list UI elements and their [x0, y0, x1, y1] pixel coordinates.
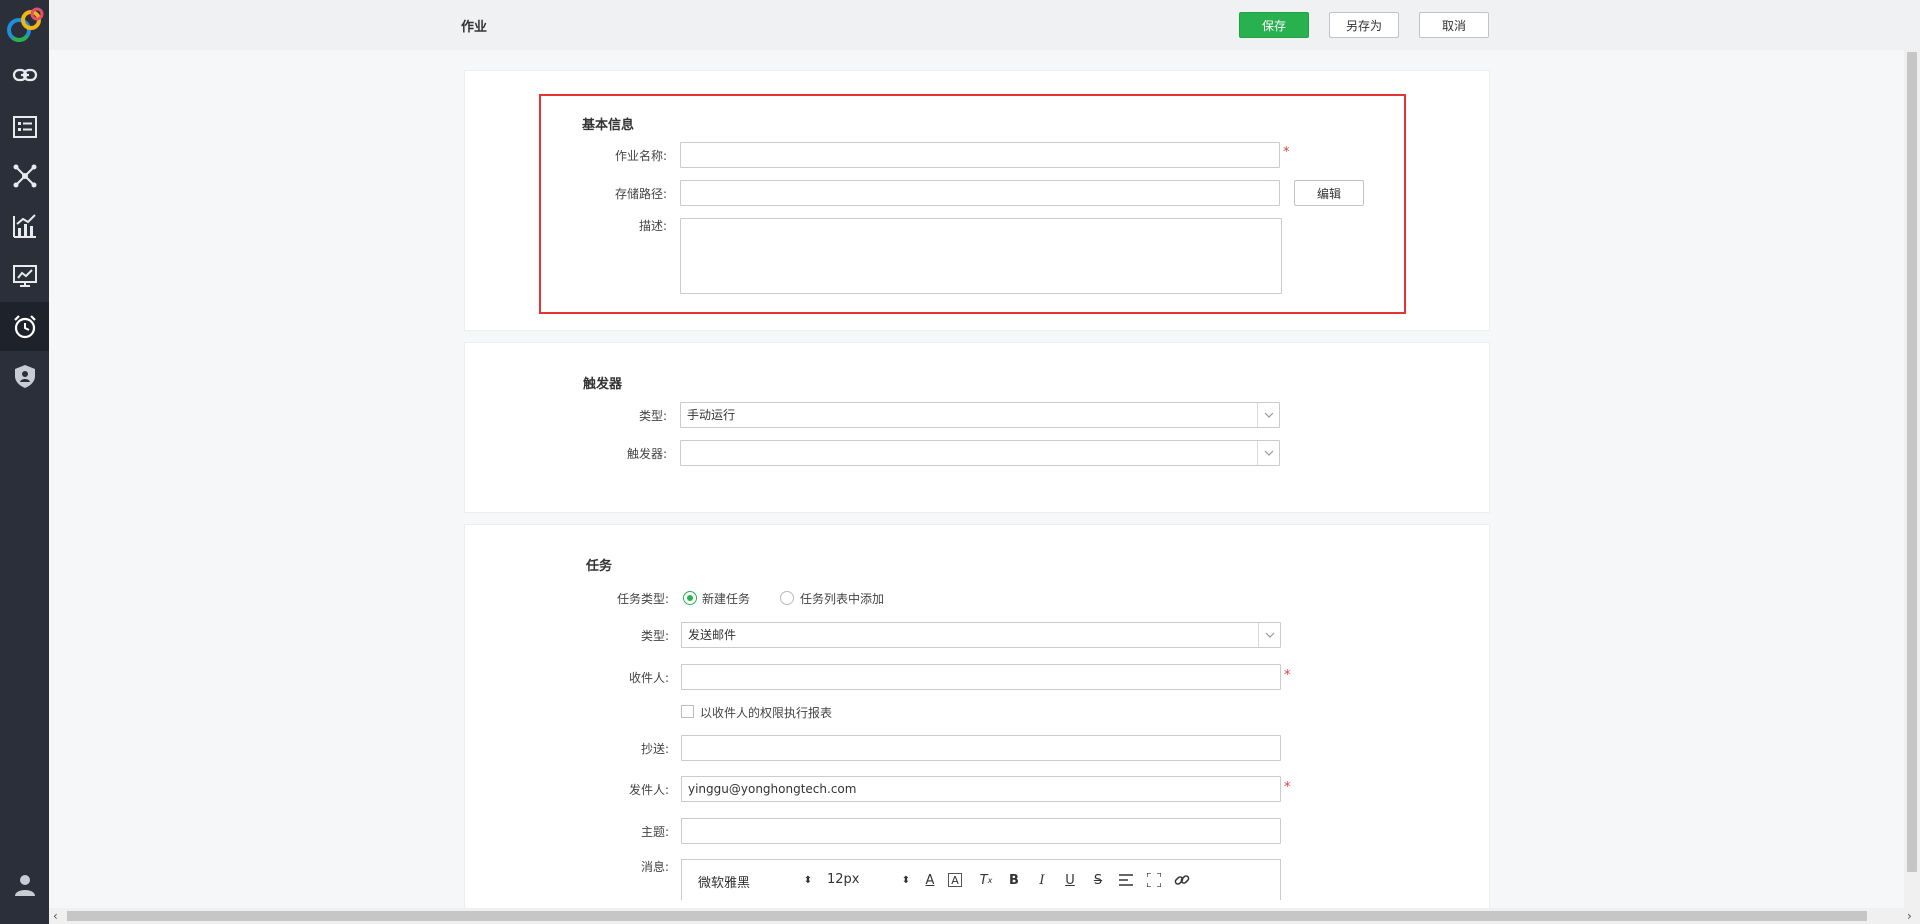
main-content: 基本信息 作业名称: * 存储路径: 编辑 描述: 触发器 类型: 手动运行 触… [49, 50, 1904, 908]
save-as-button[interactable]: 另存为 [1329, 12, 1399, 38]
dashboard-icon [12, 264, 37, 287]
font-color-icon[interactable]: A [920, 870, 940, 890]
chart-icon [12, 213, 36, 238]
sender-input[interactable] [681, 776, 1281, 802]
link-insert-icon[interactable] [1172, 870, 1192, 890]
subject-label: 主题: [640, 825, 669, 839]
sender-label: 发件人: [628, 783, 669, 797]
link-icon [12, 68, 37, 81]
cancel-button[interactable]: 取消 [1419, 12, 1489, 38]
chevron-down-icon [1258, 623, 1280, 647]
option-from-list-label: 任务列表中添加 [800, 592, 885, 606]
trigger-type-value: 手动运行 [687, 408, 736, 422]
network-icon [13, 164, 36, 187]
radio-from-task-list[interactable] [780, 591, 794, 605]
task-panel [464, 524, 1490, 908]
radio-new-task[interactable] [683, 591, 697, 605]
message-editor-toolbar: 微软雅黑 ⬍ 12px ⬍ A A Tx B I U S [681, 859, 1281, 900]
sidebar [0, 0, 49, 924]
required-mark: * [1284, 780, 1291, 795]
option-new-task-label: 新建任务 [702, 592, 751, 606]
job-name-label: 作业名称: [614, 149, 667, 163]
chevron-down-icon [1257, 403, 1279, 427]
font-size-value: 12px [827, 872, 860, 887]
task-type-select[interactable]: 发送邮件 [681, 622, 1281, 648]
subject-input[interactable] [681, 818, 1281, 844]
align-icon[interactable] [1116, 870, 1136, 890]
sidebar-item-user[interactable] [0, 860, 49, 909]
sidebar-item-link[interactable] [0, 50, 49, 99]
sidebar-item-chart[interactable] [0, 201, 49, 250]
scroll-right-icon[interactable]: › [1907, 909, 1912, 923]
job-name-input[interactable] [680, 142, 1280, 168]
underline-icon[interactable]: U [1060, 870, 1080, 890]
font-size-stepper-icon: ⬍ [901, 874, 911, 886]
background-color-icon[interactable]: A [948, 873, 962, 887]
task-type-label: 任务类型: [616, 592, 669, 606]
sidebar-item-security[interactable] [0, 351, 49, 400]
list-icon [12, 115, 37, 138]
basic-info-title: 基本信息 [582, 118, 635, 133]
horizontal-scrollbar[interactable]: ‹ › [49, 908, 1920, 924]
bold-icon[interactable]: B [1004, 870, 1024, 890]
page-title: 作业 [461, 20, 488, 35]
description-label: 描述: [638, 219, 667, 233]
cc-input[interactable] [681, 735, 1281, 761]
fullscreen-icon[interactable] [1144, 870, 1164, 890]
trigger-title: 触发器 [583, 377, 623, 392]
sidebar-item-schedule[interactable] [0, 302, 49, 351]
trigger-type-label: 类型: [638, 409, 667, 423]
strikethrough-icon[interactable]: S [1088, 870, 1108, 890]
trigger-select[interactable] [680, 440, 1280, 466]
run-as-recipient-checkbox[interactable] [681, 705, 694, 718]
user-icon [14, 874, 35, 896]
required-mark: * [1284, 668, 1291, 683]
task-title: 任务 [586, 559, 613, 574]
message-label: 消息: [640, 860, 669, 874]
chevron-down-icon [1257, 441, 1279, 465]
horizontal-scrollbar-thumb[interactable] [67, 911, 1867, 921]
scroll-left-icon[interactable]: ‹ [53, 909, 58, 923]
top-bar: 作业 保存 另存为 取消 [49, 0, 1920, 50]
font-family-select[interactable]: 微软雅黑 [698, 872, 750, 891]
cc-label: 抄送: [640, 742, 669, 756]
storage-path-label: 存储路径: [614, 187, 667, 201]
recipient-input[interactable] [681, 664, 1281, 690]
required-mark: * [1283, 145, 1290, 160]
alarm-clock-icon [13, 314, 36, 338]
shield-user-icon [14, 364, 35, 388]
sidebar-item-dashboard[interactable] [0, 251, 49, 300]
trigger-type-select[interactable]: 手动运行 [680, 402, 1280, 428]
app-logo-icon [5, 2, 47, 46]
italic-icon[interactable]: I [1032, 870, 1052, 890]
trigger-label: 触发器: [626, 447, 667, 461]
vertical-scrollbar-thumb[interactable] [1907, 52, 1917, 872]
edit-path-button[interactable]: 编辑 [1294, 180, 1364, 206]
sidebar-item-list[interactable] [0, 102, 49, 151]
clear-format-icon[interactable]: Tx [976, 870, 996, 890]
font-size-select[interactable]: 12px [827, 872, 860, 887]
font-family-stepper-icon: ⬍ [803, 874, 813, 886]
task-type-value: 发送邮件 [688, 628, 737, 642]
sidebar-item-network[interactable] [0, 151, 49, 200]
save-button[interactable]: 保存 [1239, 12, 1309, 38]
font-family-value: 微软雅黑 [698, 876, 751, 891]
task-mail-type-label: 类型: [640, 629, 669, 643]
storage-path-input[interactable] [680, 180, 1280, 206]
description-textarea[interactable] [680, 218, 1282, 294]
run-as-recipient-label: 以收件人的权限执行报表 [700, 706, 833, 720]
vertical-scrollbar[interactable] [1904, 50, 1920, 908]
recipient-label: 收件人: [628, 671, 669, 685]
